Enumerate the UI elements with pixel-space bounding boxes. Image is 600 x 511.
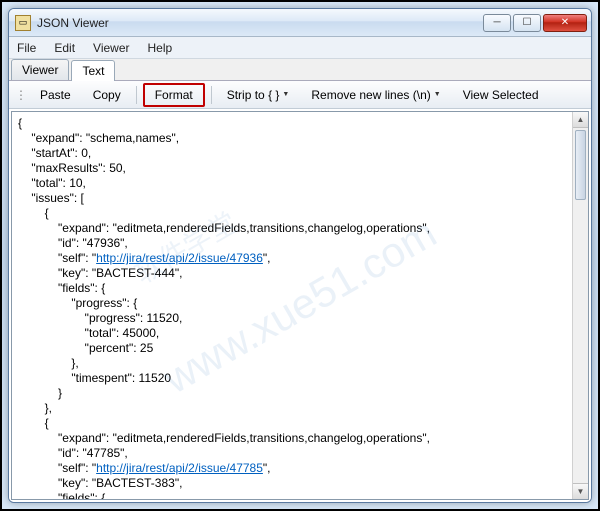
window-title: JSON Viewer xyxy=(37,16,483,30)
scroll-up-icon[interactable]: ▲ xyxy=(573,112,588,128)
copy-button[interactable]: Copy xyxy=(84,84,130,106)
maximize-button[interactable]: ☐ xyxy=(513,14,541,32)
format-button[interactable]: Format xyxy=(143,83,205,107)
tab-row: Viewer Text xyxy=(9,59,591,81)
json-text-area[interactable]: { "expand": "schema,names", "startAt": 0… xyxy=(11,111,589,500)
app-window: ▭ JSON Viewer ─ ☐ ✕ File Edit Viewer Hel… xyxy=(8,8,592,503)
app-icon: ▭ xyxy=(15,15,31,31)
content-area: { "expand": "schema,names", "startAt": 0… xyxy=(9,109,591,502)
tab-text[interactable]: Text xyxy=(71,60,115,81)
separator xyxy=(211,86,212,104)
separator xyxy=(136,86,137,104)
menu-viewer[interactable]: Viewer xyxy=(93,41,129,55)
menu-file[interactable]: File xyxy=(17,41,36,55)
vertical-scrollbar[interactable]: ▲ ▼ xyxy=(572,112,588,499)
chevron-down-icon: ▼ xyxy=(434,91,441,98)
menu-edit[interactable]: Edit xyxy=(54,41,75,55)
view-selected-button[interactable]: View Selected xyxy=(454,84,548,106)
paste-button[interactable]: Paste xyxy=(31,84,80,106)
toolbar: ⋮ Paste Copy Format Strip to { } ▼ Remov… xyxy=(9,81,591,109)
minimize-button[interactable]: ─ xyxy=(483,14,511,32)
tab-viewer[interactable]: Viewer xyxy=(11,59,69,80)
self-link-2[interactable]: http://jira/rest/api/2/issue/47785 xyxy=(96,461,263,475)
remove-newlines-button[interactable]: Remove new lines (\n) ▼ xyxy=(302,84,449,106)
titlebar[interactable]: ▭ JSON Viewer ─ ☐ ✕ xyxy=(9,9,591,37)
remove-newlines-label: Remove new lines (\n) xyxy=(311,88,430,102)
scroll-down-icon[interactable]: ▼ xyxy=(573,483,588,499)
self-link-1[interactable]: http://jira/rest/api/2/issue/47936 xyxy=(96,251,263,265)
strip-button[interactable]: Strip to { } ▼ xyxy=(218,84,299,106)
strip-label: Strip to { } xyxy=(227,88,280,102)
scroll-thumb[interactable] xyxy=(575,130,586,200)
chevron-down-icon: ▼ xyxy=(282,91,289,98)
close-button[interactable]: ✕ xyxy=(543,14,587,32)
menu-help[interactable]: Help xyxy=(148,41,173,55)
menubar: File Edit Viewer Help xyxy=(9,37,591,59)
